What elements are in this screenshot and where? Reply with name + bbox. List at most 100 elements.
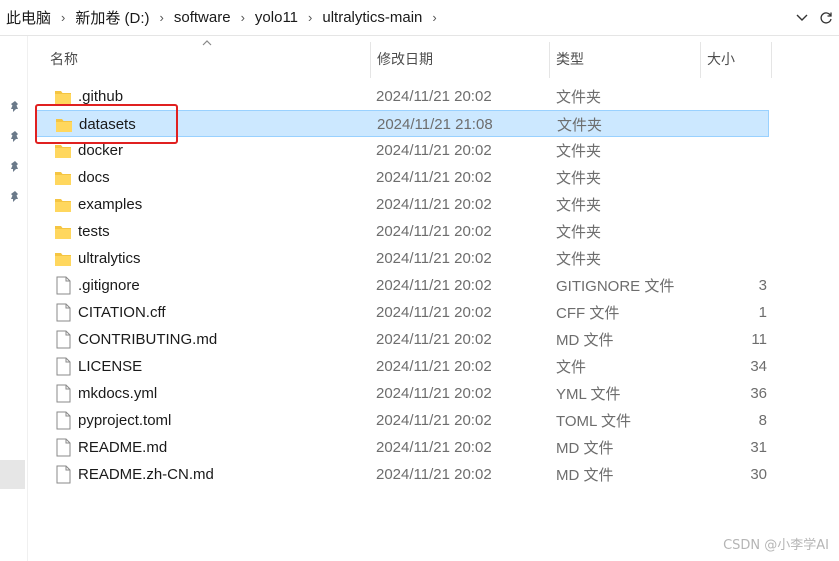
file-name: docs: [78, 169, 110, 186]
file-type: YML 文件: [556, 386, 621, 403]
column-size[interactable]: 大小: [701, 36, 771, 82]
column-name[interactable]: 名称: [44, 36, 370, 82]
breadcrumb-ultralytics-main[interactable]: ultralytics-main: [318, 9, 426, 26]
file-date: 2024/11/21 20:02: [376, 358, 492, 375]
file-name: mkdocs.yml: [78, 385, 158, 402]
address-history-dropdown[interactable]: [791, 0, 813, 36]
file-size: 30: [750, 466, 767, 483]
file-icon: [56, 384, 71, 403]
file-size: 1: [758, 304, 767, 321]
address-bar[interactable]: 此电脑 › 新加卷 (D:) › software › yolo11 › ult…: [0, 0, 839, 36]
file-icon: [56, 276, 71, 295]
file-row[interactable]: CONTRIBUTING.md 2024/11/21 20:02 MD 文件 11: [36, 326, 769, 353]
column-header: 名称 修改日期 类型 大小: [28, 36, 839, 82]
file-size: 34: [750, 358, 767, 375]
file-date: 2024/11/21 20:02: [376, 88, 492, 105]
file-name: CONTRIBUTING.md: [78, 331, 218, 348]
file-date: 2024/11/21 20:02: [376, 169, 492, 186]
navigation-pane[interactable]: [0, 36, 28, 561]
file-row[interactable]: .github 2024/11/21 20:02 文件夹: [36, 83, 769, 110]
file-size: 8: [758, 412, 767, 429]
file-row[interactable]: .gitignore 2024/11/21 20:02 GITIGNORE 文件 3: [36, 272, 769, 299]
file-row[interactable]: mkdocs.yml 2024/11/21 20:02 YML 文件 36: [36, 380, 769, 407]
refresh-button[interactable]: [813, 0, 839, 36]
refresh-icon: [820, 11, 832, 24]
file-name: tests: [78, 223, 110, 240]
file-row[interactable]: docs 2024/11/21 20:02 文件夹: [36, 164, 769, 191]
file-row[interactable]: README.zh-CN.md 2024/11/21 20:02 MD 文件 30: [36, 461, 769, 488]
folder-icon: [56, 119, 72, 132]
file-type: MD 文件: [556, 440, 614, 457]
file-type: MD 文件: [556, 332, 614, 349]
file-name: README.md: [78, 439, 168, 456]
file-date: 2024/11/21 20:02: [376, 304, 492, 321]
chevron-right-icon[interactable]: ›: [154, 10, 170, 25]
file-type: 文件: [556, 359, 587, 376]
file-row[interactable]: tests 2024/11/21 20:02 文件夹: [36, 218, 769, 245]
file-name: docker: [78, 142, 124, 159]
pin-icon[interactable]: [8, 100, 22, 114]
file-type: CFF 文件: [556, 305, 620, 322]
file-name: examples: [78, 196, 143, 213]
chevron-right-icon[interactable]: ›: [302, 10, 318, 25]
breadcrumb-software[interactable]: software: [170, 9, 235, 26]
column-date[interactable]: 修改日期: [371, 36, 549, 82]
file-date: 2024/11/21 20:02: [376, 412, 492, 429]
folder-icon: [55, 172, 71, 185]
file-size: 3: [758, 277, 767, 294]
file-type: GITIGNORE 文件: [556, 278, 675, 295]
file-icon: [56, 438, 71, 457]
file-name: .github: [78, 88, 124, 105]
chevron-down-icon: [796, 14, 808, 21]
file-icon: [56, 330, 71, 349]
file-date: 2024/11/21 20:02: [376, 385, 492, 402]
file-icon: [56, 411, 71, 430]
pin-icon[interactable]: [8, 130, 22, 144]
pin-icon[interactable]: [8, 160, 22, 174]
file-size: 31: [750, 439, 767, 456]
file-type: 文件夹: [556, 251, 602, 268]
breadcrumb-drive-d[interactable]: 新加卷 (D:): [71, 7, 153, 28]
breadcrumb: 此电脑 › 新加卷 (D:) › software › yolo11 › ult…: [0, 0, 791, 35]
file-type: 文件夹: [557, 117, 603, 134]
file-type: 文件夹: [556, 89, 602, 106]
file-date: 2024/11/21 20:02: [376, 142, 492, 159]
chevron-right-icon[interactable]: ›: [55, 10, 71, 25]
file-type: 文件夹: [556, 197, 602, 214]
navigation-selected-item[interactable]: [0, 460, 25, 489]
file-type: 文件夹: [556, 170, 602, 187]
file-type: MD 文件: [556, 467, 614, 484]
file-date: 2024/11/21 20:02: [376, 466, 492, 483]
file-row[interactable]: ultralytics 2024/11/21 20:02 文件夹: [36, 245, 769, 272]
file-name: .gitignore: [78, 277, 140, 294]
file-date: 2024/11/21 20:02: [376, 331, 492, 348]
file-date: 2024/11/21 20:02: [376, 439, 492, 456]
file-row[interactable]: pyproject.toml 2024/11/21 20:02 TOML 文件 8: [36, 407, 769, 434]
file-row[interactable]: CITATION.cff 2024/11/21 20:02 CFF 文件 1: [36, 299, 769, 326]
file-row[interactable]: examples 2024/11/21 20:02 文件夹: [36, 191, 769, 218]
folder-icon: [55, 199, 71, 212]
file-date: 2024/11/21 20:02: [376, 250, 492, 267]
file-name: ultralytics: [78, 250, 141, 267]
file-row[interactable]: datasets 2024/11/21 21:08 文件夹: [36, 110, 769, 137]
file-date: 2024/11/21 20:02: [376, 223, 492, 240]
watermark: CSDN @小李学AI: [723, 538, 829, 553]
chevron-right-icon[interactable]: ›: [426, 10, 442, 25]
file-name: datasets: [79, 116, 136, 133]
file-name: CITATION.cff: [78, 304, 166, 321]
file-row[interactable]: README.md 2024/11/21 20:02 MD 文件 31: [36, 434, 769, 461]
breadcrumb-this-pc[interactable]: 此电脑: [2, 7, 55, 28]
column-type[interactable]: 类型: [550, 36, 700, 82]
file-size: 36: [750, 385, 767, 402]
column-divider[interactable]: [771, 42, 772, 78]
folder-icon: [55, 145, 71, 158]
file-icon: [56, 303, 71, 322]
file-row[interactable]: docker 2024/11/21 20:02 文件夹: [36, 137, 769, 164]
file-row[interactable]: LICENSE 2024/11/21 20:02 文件 34: [36, 353, 769, 380]
file-date: 2024/11/21 20:02: [376, 196, 492, 213]
breadcrumb-yolo11[interactable]: yolo11: [251, 9, 302, 26]
folder-icon: [55, 253, 71, 266]
folder-icon: [55, 226, 71, 239]
chevron-right-icon[interactable]: ›: [235, 10, 251, 25]
pin-icon[interactable]: [8, 190, 22, 204]
